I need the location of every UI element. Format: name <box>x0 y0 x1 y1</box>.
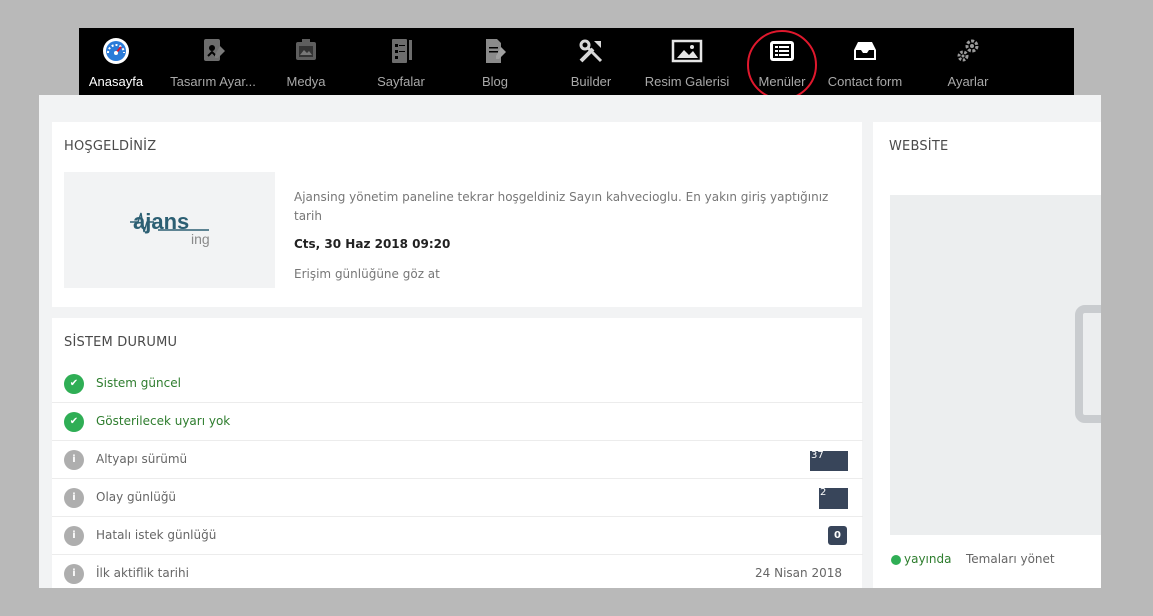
check-icon: ✔ <box>64 374 84 394</box>
nav-label: Builder <box>570 74 612 89</box>
nav-label: Sayfalar <box>377 74 425 89</box>
nav-item-design-settings[interactable]: Tasarım Ayar... <box>163 28 263 95</box>
website-preview <box>890 195 1101 535</box>
last-login-date: Cts, 30 Haz 2018 09:20 <box>294 237 451 251</box>
tools-icon <box>576 28 606 74</box>
status-row: i İlk aktiflik tarihi 24 Nisan 2018 <box>52 555 863 588</box>
inbox-icon <box>850 28 880 74</box>
speedometer-icon <box>101 28 131 74</box>
camera-icon <box>291 28 321 74</box>
nav-label: Blog <box>481 74 509 89</box>
system-status-card: SİSTEM DURUMU ✔ Sistem güncel ✔ Gösteril… <box>52 318 863 588</box>
menus-highlight-circle <box>747 30 817 100</box>
svg-text:ing: ing <box>191 231 210 247</box>
nav-item-pages[interactable]: Sayfalar <box>369 28 433 95</box>
status-row: i Hatalı istek günlüğü 0 <box>52 517 863 555</box>
info-icon: i <box>64 488 84 508</box>
info-icon: i <box>64 450 84 470</box>
nav-label: Tasarım Ayar... <box>170 74 256 89</box>
website-title: WEBSİTE <box>889 139 949 154</box>
nav-label: Medya <box>286 74 326 89</box>
top-navigation-bar: Anasayfa Tasarım Ayar... Medya Sayfalar … <box>79 28 1074 95</box>
nav-item-builder[interactable]: Builder <box>561 28 621 95</box>
version-badge: 37 <box>810 451 848 471</box>
event-log-badge[interactable]: 2 <box>819 488 848 509</box>
status-row: i Olay günlüğü 2 <box>52 479 863 517</box>
status-row-label: Altyapı sürümü <box>96 452 188 466</box>
info-icon: i <box>64 564 84 584</box>
nav-label: Contact form <box>827 74 903 89</box>
status-row: ✔ Sistem güncel <box>52 365 863 403</box>
design-document-icon <box>198 28 228 74</box>
error-log-badge[interactable]: 0 <box>828 526 847 545</box>
status-row-label: Olay günlüğü <box>96 490 177 504</box>
check-icon: ✔ <box>64 412 84 432</box>
info-icon: i <box>64 526 84 546</box>
gears-icon <box>953 28 983 74</box>
status-row-label: Gösterilecek uyarı yok <box>96 414 231 428</box>
blog-edit-icon <box>480 28 510 74</box>
status-row-label: Sistem güncel <box>96 376 181 390</box>
status-row-label: İlk aktiflik tarihi <box>96 566 189 580</box>
access-log-link[interactable]: Erişim günlüğüne göz at <box>294 267 440 281</box>
nav-item-media[interactable]: Medya <box>277 28 335 95</box>
nav-label: Anasayfa <box>88 74 144 89</box>
system-status-title: SİSTEM DURUMU <box>64 335 178 350</box>
status-row-label: Hatalı istek günlüğü <box>96 528 217 542</box>
image-placeholder-icon <box>1075 305 1101 423</box>
nav-item-settings[interactable]: Ayarlar <box>945 28 991 95</box>
welcome-card: HOŞGELDİNİZ ajans ing Ajansing yönetim p… <box>52 122 862 307</box>
nav-label: Resim Galerisi <box>644 74 730 89</box>
welcome-message: Ajansing yönetim paneline tekrar hoşgeld… <box>294 190 829 223</box>
nav-item-blog[interactable]: Blog <box>475 28 515 95</box>
nav-item-dashboard[interactable]: Anasayfa <box>85 28 147 95</box>
status-row: ✔ Gösterilecek uyarı yok <box>52 403 863 441</box>
ajansing-logo: ajans ing <box>130 209 210 247</box>
status-row: i Altyapı sürümü 37 <box>52 441 863 479</box>
pages-checklist-icon <box>386 28 416 74</box>
online-status-text: yayında <box>904 552 952 566</box>
nav-item-image-gallery[interactable]: Resim Galerisi <box>639 28 735 95</box>
logo-box: ajans ing <box>64 172 275 288</box>
first-active-date: 24 Nisan 2018 <box>755 566 842 580</box>
nav-label: Ayarlar <box>947 74 989 89</box>
nav-item-contact-form[interactable]: Contact form <box>817 28 913 95</box>
online-status-dot <box>891 555 901 565</box>
image-gallery-icon <box>670 28 704 74</box>
website-card: WEBSİTE yayında Temaları yönet <box>873 122 1101 588</box>
welcome-title: HOŞGELDİNİZ <box>64 139 157 154</box>
manage-themes-link[interactable]: Temaları yönet <box>966 552 1055 566</box>
dashboard-content: HOŞGELDİNİZ ajans ing Ajansing yönetim p… <box>39 95 1101 588</box>
